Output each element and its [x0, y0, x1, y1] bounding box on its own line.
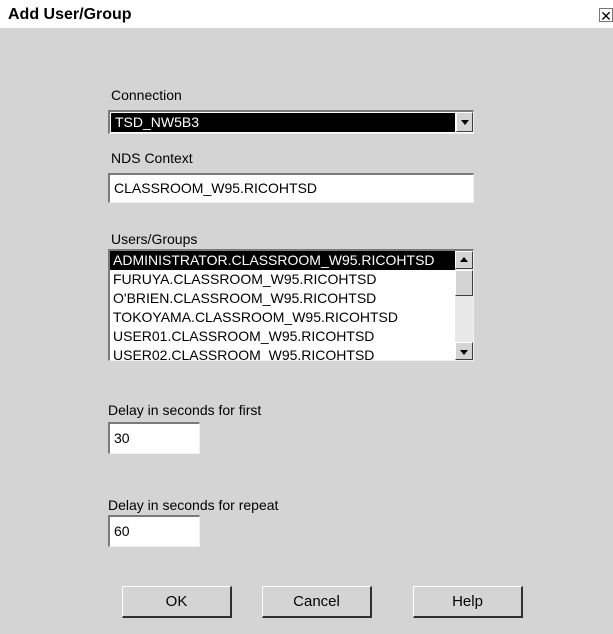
connection-selected-value: TSD_NW5B3 — [111, 113, 455, 132]
users-groups-listbox[interactable]: ADMINISTRATOR.CLASSROOM_W95.RICOHTSD FUR… — [108, 249, 474, 361]
list-item[interactable]: USER01.CLASSROOM_W95.RICOHTSD — [110, 327, 456, 346]
dropdown-button[interactable] — [456, 112, 473, 132]
connection-dropdown[interactable]: TSD_NW5B3 — [108, 110, 474, 134]
list-item[interactable]: FURUYA.CLASSROOM_W95.RICOHTSD — [110, 270, 456, 289]
list-item[interactable]: TOKOYAMA.CLASSROOM_W95.RICOHTSD — [110, 308, 456, 327]
help-button[interactable]: Help — [413, 586, 523, 618]
delay-first-label: Delay in seconds for first — [108, 402, 262, 418]
vertical-scrollbar[interactable] — [455, 251, 473, 360]
arrow-down-icon — [460, 350, 468, 355]
chevron-down-icon — [461, 120, 469, 125]
dialog-title: Add User/Group — [8, 6, 132, 23]
users-groups-label: Users/Groups — [111, 231, 198, 247]
nds-context-input[interactable]: CLASSROOM_W95.RICOHTSD — [108, 173, 474, 203]
cancel-button[interactable]: Cancel — [262, 586, 372, 618]
list-item[interactable]: ADMINISTRATOR.CLASSROOM_W95.RICOHTSD — [110, 251, 456, 270]
ok-button[interactable]: OK — [122, 586, 232, 618]
title-bar: Add User/Group ✕ — [0, 0, 613, 28]
connection-label: Connection — [111, 87, 182, 103]
delay-first-input[interactable]: 30 — [108, 422, 200, 454]
users-groups-list: ADMINISTRATOR.CLASSROOM_W95.RICOHTSD FUR… — [110, 251, 456, 360]
list-item[interactable]: USER02.CLASSROOM_W95.RICOHTSD — [110, 346, 456, 360]
scroll-thumb[interactable] — [455, 270, 473, 296]
list-item[interactable]: O'BRIEN.CLASSROOM_W95.RICOHTSD — [110, 289, 456, 308]
scroll-down-button[interactable] — [455, 342, 473, 360]
nds-context-label: NDS Context — [111, 150, 193, 166]
add-user-group-dialog: Add User/Group ✕ Connection TSD_NW5B3 ND… — [0, 0, 613, 634]
delay-repeat-input[interactable]: 60 — [108, 515, 200, 547]
arrow-up-icon — [460, 257, 468, 262]
close-icon[interactable]: ✕ — [599, 8, 613, 23]
scroll-up-button[interactable] — [455, 251, 473, 269]
delay-repeat-label: Delay in seconds for repeat — [108, 497, 279, 513]
